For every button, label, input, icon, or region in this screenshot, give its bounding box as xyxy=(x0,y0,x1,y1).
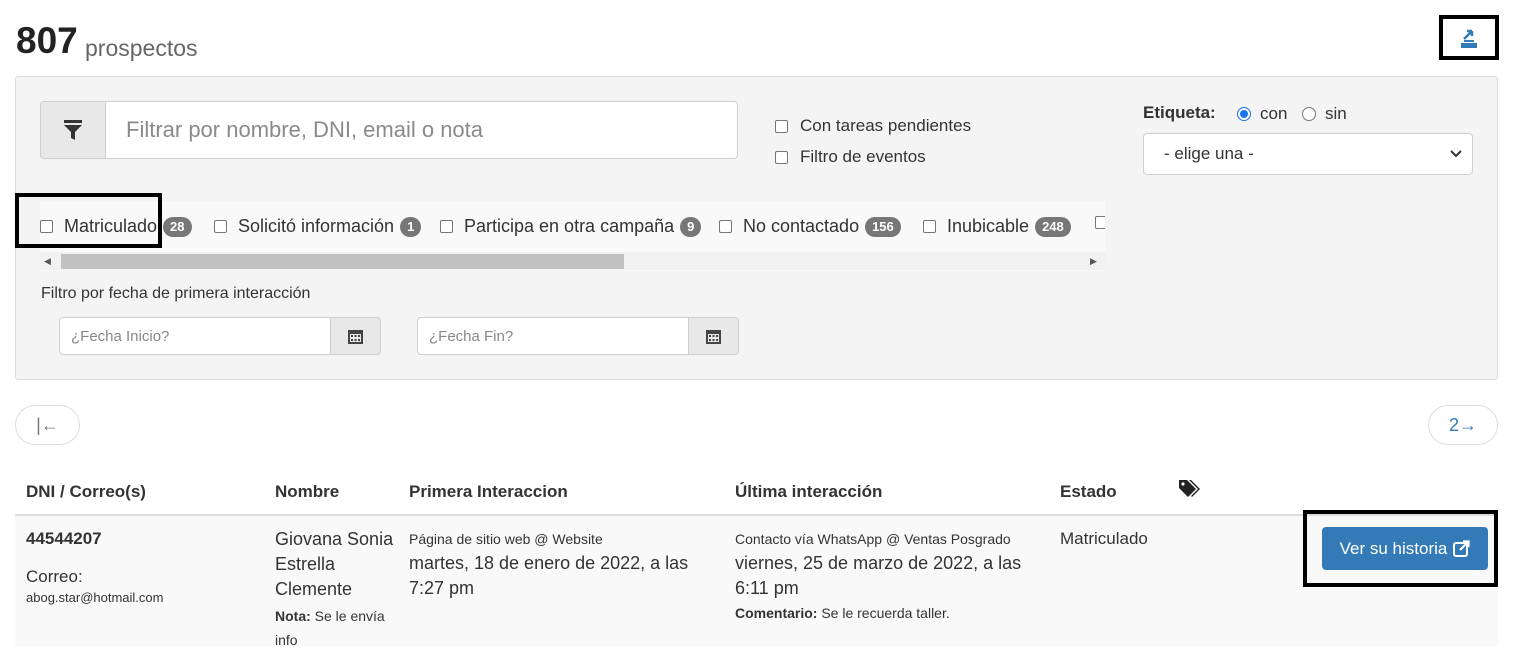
comentario-label: Comentario: xyxy=(735,605,818,621)
fecha-fin-group xyxy=(417,317,739,355)
checkbox-filtro-eventos[interactable]: Filtro de eventos xyxy=(775,147,926,167)
checkbox[interactable] xyxy=(1095,216,1105,229)
checkbox[interactable] xyxy=(775,119,788,133)
ver-historia-label: Ver su historia xyxy=(1339,538,1448,558)
column-header-nombre: Nombre xyxy=(275,482,340,501)
cell-nombre: Giovana Sonia Estrella Clemente xyxy=(275,529,394,599)
prospect-count: 807 xyxy=(16,20,78,61)
nota-label: Nota: xyxy=(275,608,311,624)
calendar-icon xyxy=(706,329,721,344)
column-header-ultima: Última interacción xyxy=(735,482,883,501)
search-group xyxy=(40,101,738,159)
status-label: Solicitó información xyxy=(238,216,395,236)
radio-label: con xyxy=(1260,104,1288,123)
status-label: Participa en otra campaña xyxy=(464,216,675,236)
filter-addon xyxy=(40,101,105,159)
comentario-text: Se le recuerda taller. xyxy=(821,605,950,621)
prospect-count-label: prospectos xyxy=(85,35,198,61)
cell-primera-fecha: martes, 18 de enero de 2022, a las 7:27 … xyxy=(409,553,689,598)
cell-email: abog.star@hotmail.com xyxy=(26,590,164,605)
chevron-down-icon xyxy=(1450,150,1462,158)
checkbox[interactable] xyxy=(775,150,788,164)
cell-nota: Nota: Se le envía info xyxy=(275,604,385,652)
status-option-solicito-informacion[interactable]: Solicitó información 1 xyxy=(214,216,422,237)
cell-primera-canal: Página de sitio web @ Website xyxy=(409,531,603,547)
calendar-icon xyxy=(348,329,363,344)
search-input[interactable] xyxy=(105,101,738,159)
checkbox-label: Con tareas pendientes xyxy=(800,116,972,135)
etiqueta-label: Etiqueta: xyxy=(1143,103,1216,122)
first-page-button[interactable]: |← xyxy=(15,405,80,445)
fecha-filter-label: Filtro por fecha de primera interacción xyxy=(41,285,311,302)
checkbox[interactable] xyxy=(719,220,732,233)
fecha-fin-input[interactable] xyxy=(417,317,689,355)
fecha-inicio-calendar-button[interactable] xyxy=(331,317,381,355)
count-badge: 156 xyxy=(865,216,901,237)
column-header-dni: DNI / Correo(s) xyxy=(26,482,146,501)
status-label: No contactado xyxy=(743,216,860,236)
highlight-box xyxy=(15,193,162,248)
scroll-right-arrow-icon[interactable]: ▶ xyxy=(1090,252,1097,270)
checkbox[interactable] xyxy=(923,220,936,233)
export-button[interactable] xyxy=(1439,15,1499,60)
status-option-partial[interactable] xyxy=(1095,216,1105,229)
funnel-icon xyxy=(64,120,82,140)
export-icon xyxy=(1461,29,1477,48)
scroll-left-arrow-icon[interactable]: ◀ xyxy=(44,252,51,270)
column-header-primera: Primera Interaccion xyxy=(409,482,568,501)
count-badge: 28 xyxy=(163,216,192,237)
scrollbar-thumb[interactable] xyxy=(61,254,624,269)
status-option-no-contactado[interactable]: No contactado 156 xyxy=(719,216,901,237)
status-option-inubicable[interactable]: Inubicable 248 xyxy=(923,216,1071,237)
checkbox-tareas-pendientes[interactable]: Con tareas pendientes xyxy=(775,116,971,136)
fecha-inicio-input[interactable] xyxy=(59,317,331,355)
tags-icon xyxy=(1178,479,1202,504)
fecha-fin-calendar-button[interactable] xyxy=(689,317,739,355)
count-badge: 1 xyxy=(400,216,422,237)
external-link-icon xyxy=(1453,540,1470,557)
next-page-button[interactable]: 2→ xyxy=(1428,405,1498,445)
count-badge: 9 xyxy=(680,216,702,237)
etiqueta-select[interactable]: - elige una - xyxy=(1143,133,1473,175)
status-option-otra-campana[interactable]: Participa en otra campaña 9 xyxy=(440,216,702,237)
checkbox-label: Filtro de eventos xyxy=(800,147,926,166)
ver-historia-button[interactable]: Ver su historia xyxy=(1322,527,1488,570)
checkbox[interactable] xyxy=(440,220,453,233)
cell-correo-label: Correo: xyxy=(26,567,83,586)
checkbox[interactable] xyxy=(214,220,227,233)
cell-ultima-fecha: viernes, 25 de marzo de 2022, a las 6:11… xyxy=(735,553,1022,598)
radio-con[interactable]: con xyxy=(1237,104,1287,124)
fecha-inicio-group xyxy=(59,317,381,355)
cell-estado: Matriculado xyxy=(1060,529,1148,548)
cell-ultima-canal: Contacto vía WhatsApp @ Ventas Posgrado xyxy=(735,531,1011,547)
etiqueta-select-value: - elige una - xyxy=(1164,144,1254,163)
status-label: Inubicable xyxy=(947,216,1030,236)
radio-button[interactable] xyxy=(1302,107,1316,121)
radio-sin[interactable]: sin xyxy=(1302,104,1347,124)
radio-label: sin xyxy=(1325,104,1347,123)
cell-dni: 44544207 xyxy=(26,529,102,548)
count-badge: 248 xyxy=(1035,216,1071,237)
column-header-estado: Estado xyxy=(1060,482,1117,501)
radio-button[interactable] xyxy=(1237,107,1251,121)
cell-comentario: Comentario: Se le recuerda taller. xyxy=(735,605,950,621)
